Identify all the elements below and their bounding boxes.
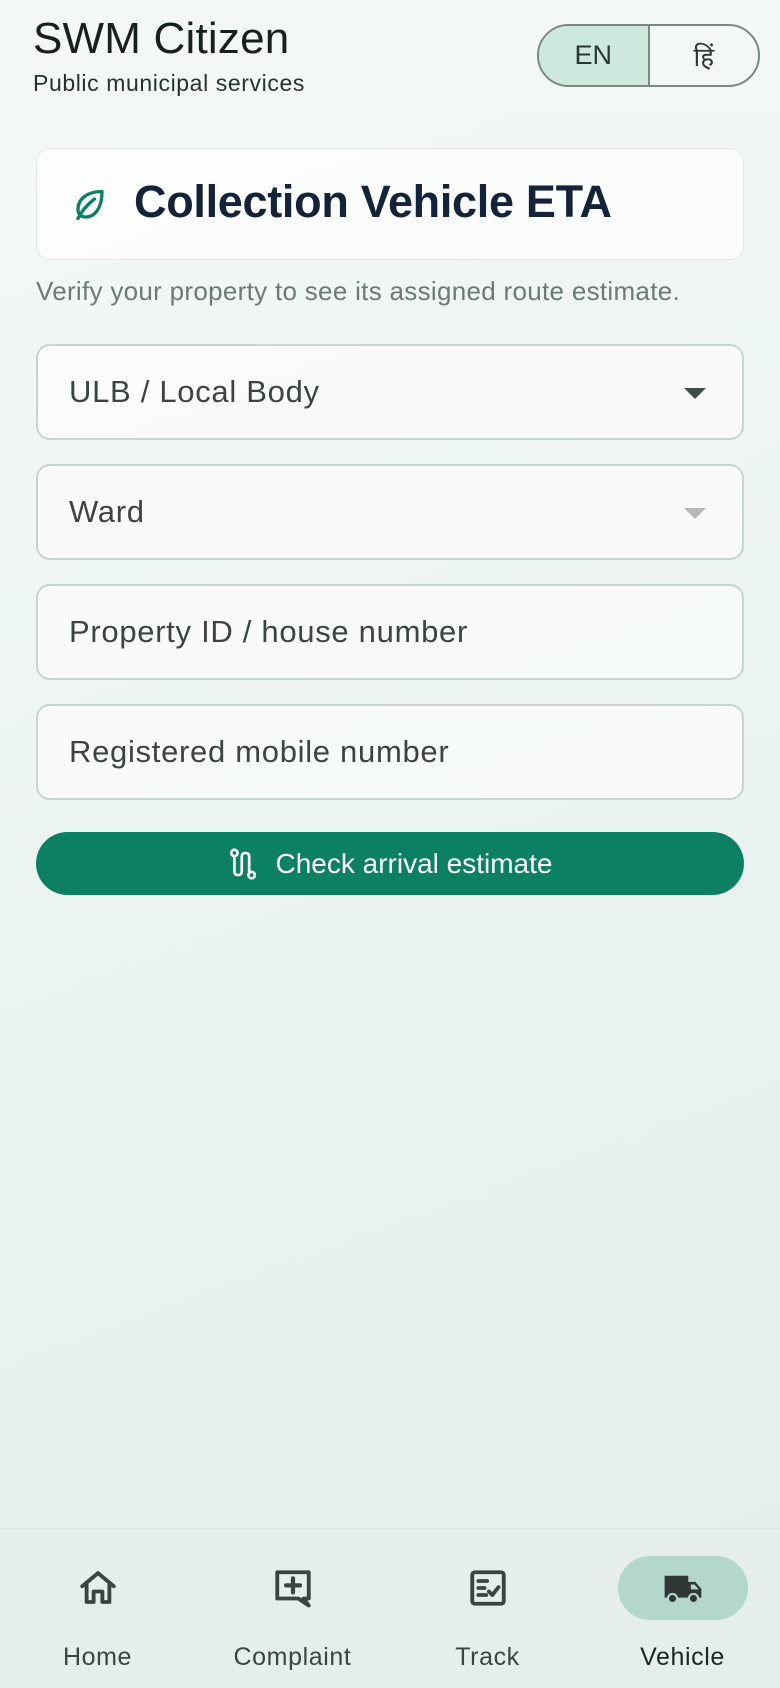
ulb-select[interactable]: ULB / Local Body — [36, 344, 744, 440]
check-arrival-label: Check arrival estimate — [275, 847, 553, 879]
chevron-down-icon — [684, 388, 706, 399]
nav-icon-container — [33, 1556, 163, 1620]
language-toggle: EN हिं — [537, 24, 760, 87]
chevron-down-icon — [684, 508, 706, 519]
property-id-field — [36, 584, 744, 680]
nav-icon-container — [423, 1556, 553, 1620]
nav-label-complaint: Complaint — [233, 1643, 352, 1671]
app-subtitle: Public municipal services — [33, 70, 305, 96]
nav-item-vehicle[interactable]: Vehicle — [585, 1529, 780, 1688]
nav-icon-container — [618, 1556, 748, 1620]
nav-item-track[interactable]: Track — [390, 1529, 585, 1688]
page-title: Collection Vehicle ETA — [134, 176, 612, 227]
nav-label-vehicle: Vehicle — [640, 1643, 725, 1671]
nav-item-complaint[interactable]: Complaint — [195, 1529, 390, 1688]
checklist-icon — [470, 1570, 506, 1606]
home-icon — [80, 1571, 116, 1604]
app-header: SWM Citizen Public municipal services EN… — [0, 0, 780, 112]
language-en-button[interactable]: EN — [539, 26, 650, 85]
ward-select[interactable]: Ward — [36, 464, 744, 560]
property-id-input[interactable] — [69, 614, 689, 650]
helper-text: Verify your property to see its assigned… — [36, 276, 680, 306]
app-title: SWM Citizen — [33, 14, 290, 63]
ulb-select-label: ULB / Local Body — [69, 374, 320, 409]
ward-select-label: Ward — [69, 494, 145, 529]
mobile-number-input[interactable] — [69, 734, 689, 770]
nav-label-track: Track — [455, 1643, 520, 1671]
nav-icon-container — [228, 1556, 358, 1620]
language-hi-button[interactable]: हिं — [650, 26, 759, 85]
leaf-icon — [76, 189, 104, 221]
bottom-navigation: Home Complaint Track Vehicle — [0, 1528, 780, 1688]
check-arrival-button[interactable]: Check arrival estimate — [36, 832, 744, 895]
truck-icon — [664, 1575, 702, 1605]
add-comment-icon — [275, 1570, 311, 1608]
route-icon — [229, 847, 256, 880]
nav-item-home[interactable]: Home — [0, 1529, 195, 1688]
mobile-number-field — [36, 704, 744, 800]
nav-label-home: Home — [62, 1643, 133, 1671]
